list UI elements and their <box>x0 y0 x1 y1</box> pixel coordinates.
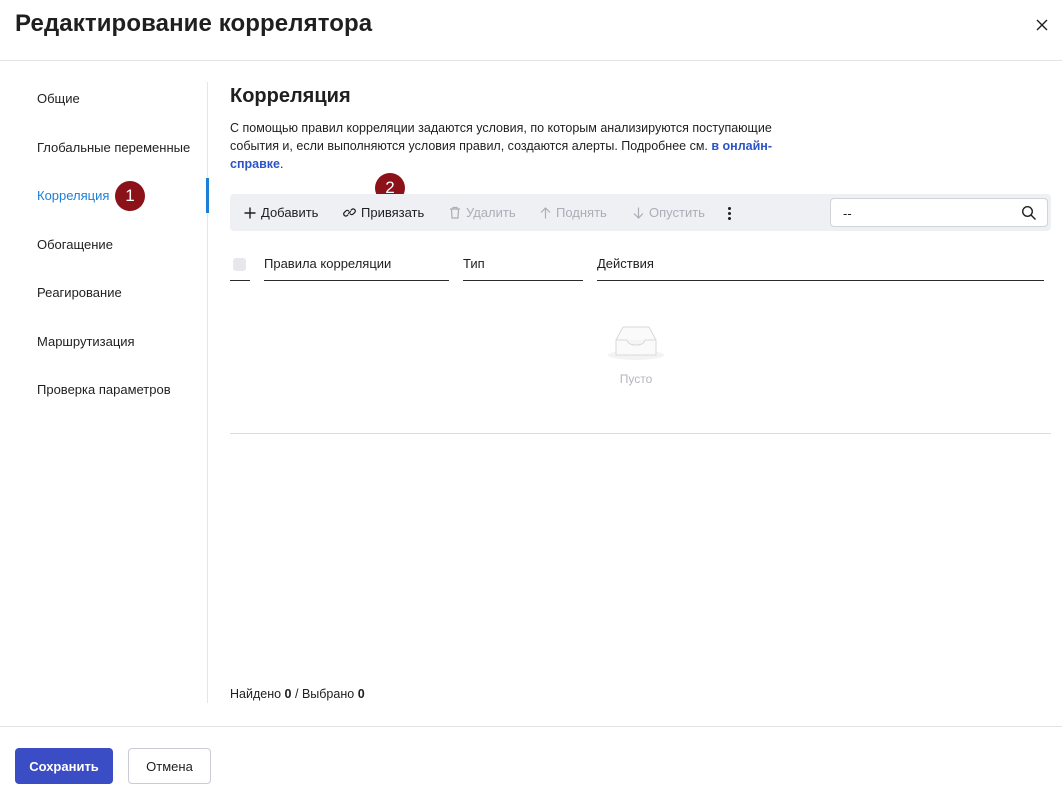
sidebar-item-global-variables[interactable]: Глобальные переменные <box>37 140 190 155</box>
move-down-button[interactable]: Опустить <box>633 194 705 231</box>
sidebar-active-indicator <box>206 178 209 213</box>
description-end: . <box>279 157 284 171</box>
sidebar-item-general[interactable]: Общие <box>37 91 80 106</box>
column-header-type[interactable]: Тип <box>463 256 485 271</box>
column-header-actions-divider <box>597 280 1044 281</box>
selected-count: 0 <box>357 687 365 701</box>
found-count: 0 <box>284 687 292 701</box>
arrow-up-icon <box>540 206 551 218</box>
close-button[interactable] <box>1030 13 1054 37</box>
footer-divider <box>0 726 1062 727</box>
move-up-button[interactable]: Поднять <box>540 194 607 231</box>
search-icon[interactable] <box>1021 205 1037 221</box>
close-icon[interactable] <box>1036 19 1048 31</box>
selection-counter: Найдено 0 / Выбрано 0 <box>230 687 365 701</box>
plus-icon <box>244 207 256 218</box>
table-bottom-border <box>230 433 1051 434</box>
sidebar-item-correlation[interactable]: Корреляция <box>37 188 109 203</box>
empty-inbox-icon <box>608 326 664 360</box>
trash-icon <box>450 206 460 219</box>
sidebar-item-routing[interactable]: Маршрутизация <box>37 334 135 349</box>
column-header-type-divider <box>463 280 583 281</box>
move-down-button-label: Опустить <box>649 205 705 220</box>
more-dots-icon <box>727 206 731 210</box>
empty-state-text: Пусто <box>619 372 653 386</box>
add-button-label: Добавить <box>261 205 319 220</box>
search-input[interactable] <box>843 204 1013 222</box>
delete-button[interactable]: Удалить <box>449 194 516 231</box>
annotation-badge-1: 1 <box>115 181 145 211</box>
sidebar-item-response[interactable]: Реагирование <box>37 285 122 300</box>
add-button[interactable]: Добавить <box>244 194 318 231</box>
column-header-actions[interactable]: Действия <box>597 256 654 271</box>
save-button[interactable]: Сохранить <box>15 748 113 784</box>
link-button-label: Привязать <box>361 205 425 220</box>
dialog-header: Редактирование коррелятора <box>0 0 1062 61</box>
counter-separator: / <box>294 687 299 701</box>
arrow-down-icon <box>633 207 644 219</box>
column-header-rules[interactable]: Правила корреляции <box>264 256 391 271</box>
link-button[interactable]: Привязать <box>343 194 424 231</box>
cancel-button[interactable]: Отмена <box>128 748 211 784</box>
delete-button-label: Удалить <box>466 205 516 220</box>
toolbar: Добавить Привязать Удалить Поднять Опуст… <box>230 194 1051 231</box>
search-box <box>830 198 1048 227</box>
select-all-checkbox[interactable] <box>233 258 246 271</box>
selected-label: Выбрано <box>301 687 355 701</box>
link-icon <box>343 208 356 217</box>
more-options-button[interactable] <box>724 203 734 223</box>
column-header-rules-divider <box>264 280 449 281</box>
section-description: С помощью правил корреляции задаются усл… <box>230 119 790 173</box>
move-up-button-label: Поднять <box>556 205 607 220</box>
dialog-title: Редактирование коррелятора <box>15 10 373 37</box>
section-title: Корреляция <box>230 85 351 107</box>
description-text: С помощью правил корреляции задаются усл… <box>230 121 772 153</box>
sidebar-item-enrichment[interactable]: Обогащение <box>37 237 113 252</box>
sidebar-item-parameter-check[interactable]: Проверка параметров <box>37 382 171 397</box>
checkbox-column-divider <box>230 280 250 281</box>
sidebar-divider <box>207 82 208 703</box>
found-label: Найдено <box>230 687 282 701</box>
